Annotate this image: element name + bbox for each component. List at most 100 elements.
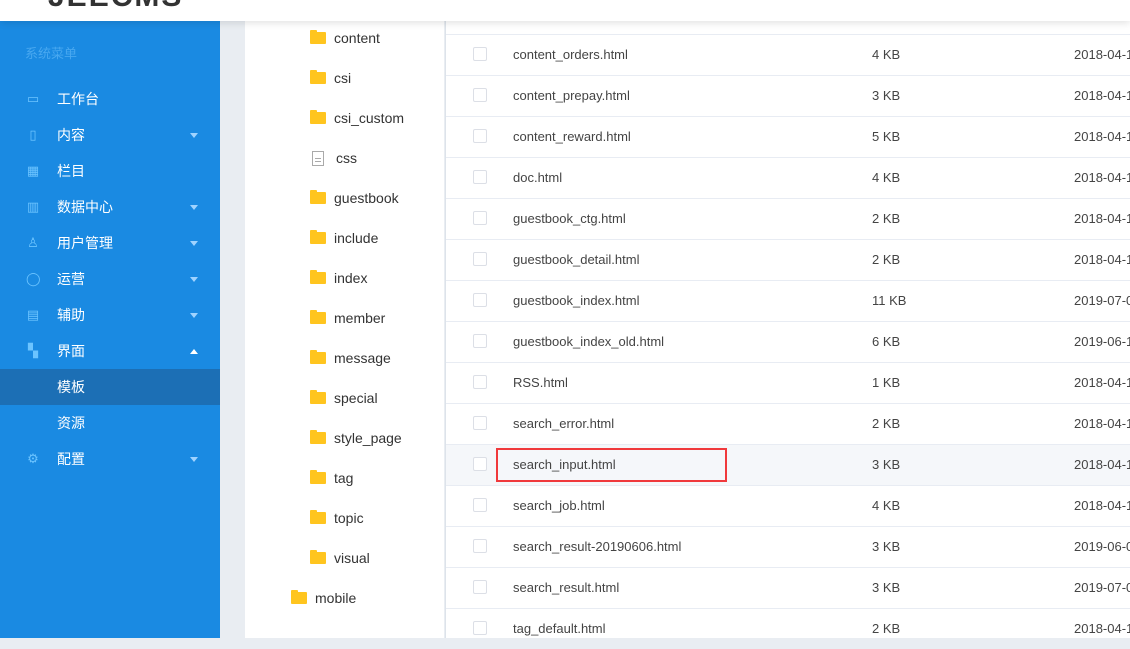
tree-item[interactable]: index: [310, 268, 367, 288]
sidebar-item[interactable]: ▯ 内容: [0, 117, 220, 153]
sidebar-item[interactable]: ▦ 栏目: [0, 153, 220, 189]
tree-item-label: special: [334, 390, 378, 406]
tree-item[interactable]: content: [310, 28, 380, 48]
file-name[interactable]: content_prepay.html: [513, 88, 630, 103]
sidebar: 系统菜单 ▭ 工作台 ▯ 内容 ▦ 栏目 ▥ 数据中心 ♙ 用户管理 ◯ 运营 ▤ 辅助 ▚ 界面 模板 资源 ⚙ 配…: [0, 21, 220, 638]
row-checkbox[interactable]: [473, 252, 487, 266]
table-row[interactable]: guestbook_detail.html 2 KB 2018-04-1: [446, 239, 1130, 280]
file-size: 2 KB: [872, 211, 901, 226]
sidebar-item[interactable]: ♙ 用户管理: [0, 225, 220, 261]
tree-item[interactable]: visual: [310, 548, 370, 568]
row-checkbox[interactable]: [473, 457, 487, 471]
file-date: 2019-07-0: [1074, 293, 1130, 308]
sidebar-item[interactable]: ▥ 数据中心: [0, 189, 220, 225]
tree-item[interactable]: csi: [310, 68, 351, 88]
file-name[interactable]: guestbook_detail.html: [513, 252, 639, 267]
row-checkbox[interactable]: [473, 539, 487, 553]
folder-icon: [310, 270, 326, 284]
row-checkbox[interactable]: [473, 334, 487, 348]
file-size: 3 KB: [872, 88, 901, 103]
file-size: 4 KB: [872, 170, 901, 185]
sidebar-item[interactable]: ▚ 界面: [0, 333, 220, 369]
file-name[interactable]: content_orders.html: [513, 47, 628, 62]
file-name[interactable]: guestbook_ctg.html: [513, 211, 626, 226]
table-row[interactable]: guestbook_index.html 11 KB 2019-07-0: [446, 280, 1130, 321]
file-name[interactable]: guestbook_index.html: [513, 293, 639, 308]
tree-item[interactable]: special: [310, 388, 378, 408]
sidebar-item[interactable]: 模板: [0, 369, 220, 405]
file-name[interactable]: RSS.html: [513, 375, 568, 390]
table-row[interactable]: search_result-20190606.html 3 KB 2019-06-0: [446, 526, 1130, 567]
sidebar-item[interactable]: ◯ 运营: [0, 261, 220, 297]
folder-icon: [310, 430, 326, 444]
file-date: 2018-04-1: [1074, 498, 1130, 513]
tree-item[interactable]: message: [310, 348, 391, 368]
folder-icon: [310, 230, 326, 244]
table-row[interactable]: tag_default.html 2 KB 2018-04-1: [446, 608, 1130, 649]
file-date: 2018-04-1: [1074, 252, 1130, 267]
file-name[interactable]: doc.html: [513, 170, 562, 185]
row-checkbox[interactable]: [473, 211, 487, 225]
file-name[interactable]: guestbook_index_old.html: [513, 334, 664, 349]
sidebar-item-label: 用户管理: [57, 235, 113, 251]
file-table: content_orders.html 4 KB 2018-04-1 content_…: [445, 21, 1130, 638]
folder-icon: [310, 550, 326, 564]
file-date: 2019-06-0: [1074, 539, 1130, 554]
sidebar-item[interactable]: ▤ 辅助: [0, 297, 220, 333]
sidebar-item[interactable]: ▭ 工作台: [0, 81, 220, 117]
file-date: 2018-04-1: [1074, 170, 1130, 185]
table-row[interactable]: content_reward.html 5 KB 2018-04-1: [446, 116, 1130, 157]
sidebar-item[interactable]: 资源: [0, 405, 220, 441]
sidebar-item[interactable]: ⚙ 配置: [0, 441, 220, 477]
file-name[interactable]: search_job.html: [513, 498, 605, 513]
row-checkbox[interactable]: [473, 293, 487, 307]
tree-item[interactable]: include: [310, 228, 378, 248]
folder-tree: content csi csi_customcss guestbook include i…: [245, 21, 444, 638]
sidebar-item-label: 运营: [57, 271, 85, 287]
folder-icon: [310, 30, 326, 44]
table-row[interactable]: guestbook_ctg.html 2 KB 2018-04-1: [446, 198, 1130, 239]
row-checkbox[interactable]: [473, 498, 487, 512]
header: JEECMS: [0, 0, 1130, 21]
row-checkbox[interactable]: [473, 621, 487, 635]
file-size: 2 KB: [872, 416, 901, 431]
tree-item[interactable]: tag: [310, 468, 353, 488]
file-name[interactable]: tag_default.html: [513, 621, 606, 636]
file-name[interactable]: search_result.html: [513, 580, 619, 595]
sidebar-item-label: 内容: [57, 127, 85, 143]
row-checkbox[interactable]: [473, 129, 487, 143]
sidebar-item-label: 资源: [57, 415, 85, 431]
file-name[interactable]: content_reward.html: [513, 129, 631, 144]
document-icon: ▯: [29, 127, 37, 142]
tree-item[interactable]: style_page: [310, 428, 402, 448]
file-date: 2018-04-1: [1074, 211, 1130, 226]
file-size: 2 KB: [872, 252, 901, 267]
row-checkbox[interactable]: [473, 416, 487, 430]
table-row[interactable]: doc.html 4 KB 2018-04-1: [446, 157, 1130, 198]
table-row[interactable]: search_job.html 4 KB 2018-04-1: [446, 485, 1130, 526]
row-checkbox[interactable]: [473, 375, 487, 389]
table-row[interactable]: RSS.html 1 KB 2018-04-1: [446, 362, 1130, 403]
table-row[interactable]: content_orders.html 4 KB 2018-04-1: [446, 34, 1130, 75]
sidebar-item-label: 模板: [57, 379, 85, 395]
tree-item[interactable]: csi_custom: [310, 108, 404, 128]
file-name[interactable]: search_result-20190606.html: [513, 539, 681, 554]
table-row[interactable]: content_prepay.html 3 KB 2018-04-1: [446, 75, 1130, 116]
file-name[interactable]: search_error.html: [513, 416, 614, 431]
tree-item[interactable]: css: [310, 148, 357, 168]
table-row[interactable]: guestbook_index_old.html 6 KB 2019-06-1: [446, 321, 1130, 362]
tree-item[interactable]: topic: [310, 508, 364, 528]
sidebar-item-label: 辅助: [57, 307, 85, 323]
chevron-down-icon: [190, 456, 198, 462]
table-row[interactable]: search_error.html 2 KB 2018-04-1: [446, 403, 1130, 444]
row-checkbox[interactable]: [473, 88, 487, 102]
row-checkbox[interactable]: [473, 47, 487, 61]
table-row[interactable]: search_result.html 3 KB 2019-07-0: [446, 567, 1130, 608]
tree-item[interactable]: guestbook: [310, 188, 399, 208]
tree-item[interactable]: mobile: [291, 588, 356, 608]
row-checkbox[interactable]: [473, 170, 487, 184]
folder-icon: [310, 350, 326, 364]
tree-item[interactable]: member: [310, 308, 385, 328]
folder-icon: [310, 470, 326, 484]
row-checkbox[interactable]: [473, 580, 487, 594]
